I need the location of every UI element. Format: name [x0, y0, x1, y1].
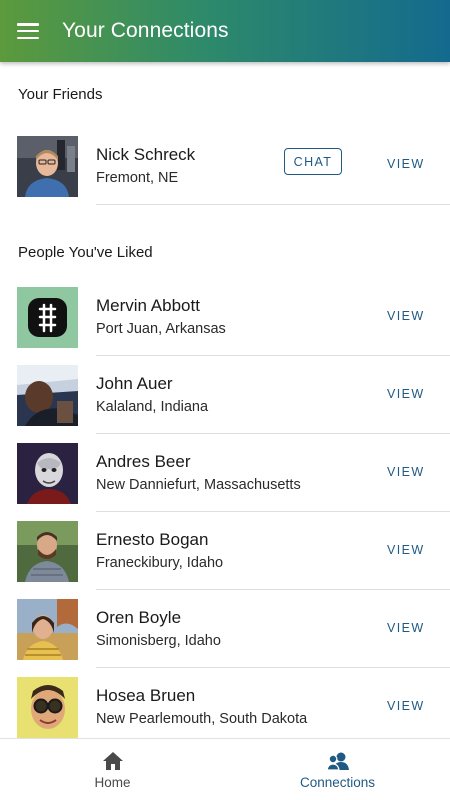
nav-item-home[interactable]: Home: [0, 739, 225, 800]
connection-location: Fremont, NE: [96, 170, 179, 186]
avatar: [17, 598, 78, 660]
hamburger-menu-icon: [17, 23, 39, 39]
avatar: [17, 442, 78, 504]
friends-section-header: Your Friends: [18, 86, 103, 103]
view-button[interactable]: VIEW: [387, 309, 425, 323]
friend-row: Nick Schreck Fremont, NE CHAT VIEW: [0, 127, 450, 205]
liked-row: Mervin Abbott Port Juan, Arkansas VIEW: [0, 278, 450, 356]
view-button[interactable]: VIEW: [387, 387, 425, 401]
view-button[interactable]: VIEW: [387, 699, 425, 713]
menu-button[interactable]: [0, 0, 56, 62]
home-icon: [102, 752, 123, 770]
page-title: Your Connections: [62, 19, 229, 42]
liked-row: John Auer Kalaland, Indiana VIEW: [0, 356, 450, 434]
avatar: [17, 286, 78, 348]
bottom-nav: Home Connections: [0, 738, 450, 800]
liked-row: Andres Beer New Danniefurt, Massachusett…: [0, 434, 450, 512]
nav-label: Connections: [299, 775, 376, 790]
liked-row: Hosea Bruen New Pearlemouth, South Dakot…: [0, 668, 450, 738]
nav-label: Home: [94, 775, 131, 790]
avatar: [17, 364, 78, 426]
liked-row: Ernesto Bogan Franeckibury, Idaho VIEW: [0, 512, 450, 590]
view-button[interactable]: VIEW: [387, 465, 425, 479]
liked-section-header: People You've Liked: [18, 244, 153, 261]
view-button[interactable]: VIEW: [387, 157, 425, 171]
chat-button[interactable]: CHAT: [284, 148, 342, 175]
liked-row: Oren Boyle Simonisberg, Idaho VIEW: [0, 590, 450, 668]
app-bar: Your Connections: [0, 0, 450, 62]
connections-icon: [325, 752, 349, 771]
connections-list: Your Friends Nick Schreck Fremont, NE CH…: [0, 62, 450, 738]
view-button[interactable]: VIEW: [387, 621, 425, 635]
nav-item-connections[interactable]: Connections: [225, 739, 450, 800]
divider: [96, 204, 450, 205]
avatar: [17, 135, 78, 197]
avatar: [17, 520, 78, 582]
view-button[interactable]: VIEW: [387, 543, 425, 557]
avatar: [17, 676, 78, 738]
